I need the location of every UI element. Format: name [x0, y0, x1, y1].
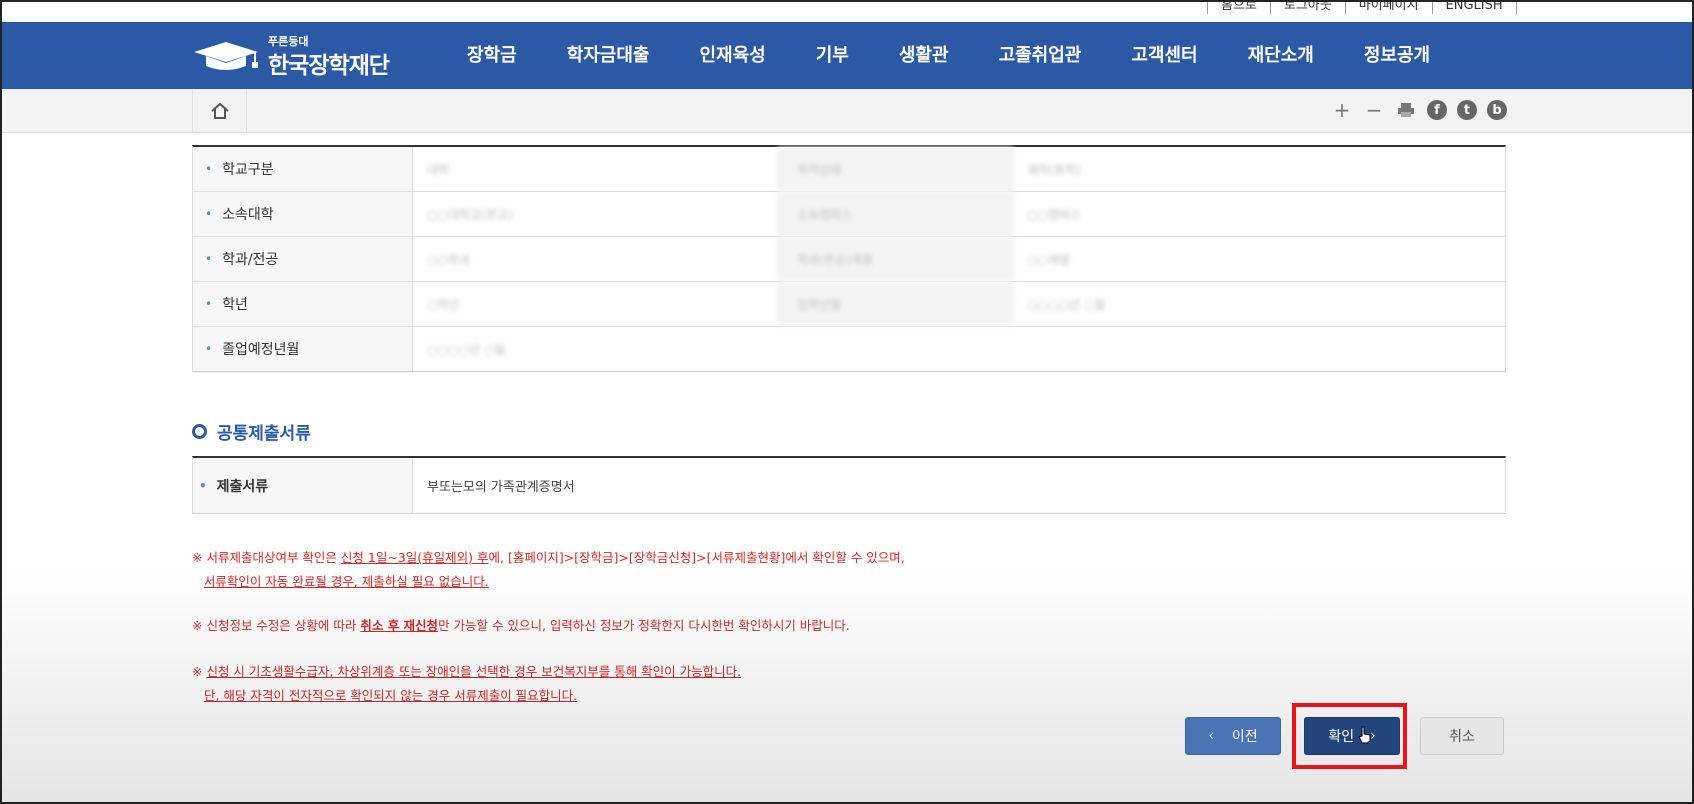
mypage-link[interactable]: 마이페이지: [1344, 2, 1432, 14]
facebook-icon[interactable]: f: [1427, 100, 1447, 120]
row-header: • 학교구분: [193, 147, 413, 191]
row-value: ○○대학교(본교): [427, 207, 513, 222]
row-header: • 졸업예정년월: [193, 327, 413, 371]
row-header: • 소속대학: [193, 192, 413, 236]
documents-table: • 제출서류 부또는모의 가족관계증명서: [192, 456, 1506, 514]
nav-highschool-job[interactable]: 고졸취업관: [999, 22, 1082, 89]
row-header-2: 학적상태: [778, 147, 1013, 191]
row-value: 대학: [427, 162, 450, 177]
nav-talent[interactable]: 인재육성: [700, 22, 766, 89]
row-value-2: ○○○○년 ○월: [1027, 297, 1106, 312]
cancel-button[interactable]: 취소: [1420, 717, 1504, 755]
notice-1: ※ 서류제출대상여부 확인은 신청 1일~3일(휴일제외) 후에, [홈페이지]…: [192, 550, 905, 589]
bullet-ring-icon: [192, 424, 207, 439]
nav-customer-center[interactable]: 고객센터: [1131, 22, 1197, 89]
utility-links: 홈으로 로그아웃 마이페이지 ENGLISH: [1207, 2, 1517, 14]
hand-cursor-icon: [1358, 726, 1371, 744]
confirm-highlight-box: [1292, 703, 1407, 769]
row-header-2: 학과(전공)계열: [778, 237, 1013, 281]
table-row: • 학년 ○학년 입학년월 ○○○○년 ○월: [193, 282, 1505, 327]
row-header: • 학년: [193, 282, 413, 326]
notice-2: ※ 신청정보 수정은 상황에 따라 취소 후 재신청만 가능할 수 있으니, 입…: [192, 618, 850, 633]
chevron-left-icon: ‹: [1208, 728, 1214, 744]
documents-label: • 제출서류: [193, 458, 413, 513]
graduation-cap-icon: [194, 42, 258, 70]
nav-donation[interactable]: 기부: [816, 22, 849, 89]
prev-button[interactable]: ‹ 이전: [1185, 717, 1281, 755]
logo[interactable]: 푸른등대 한국장학재단: [192, 30, 407, 82]
student-info-table: • 학교구분 대학 학적상태 재학(휴학) • 소속대학 ○○대학교(본교) 소속캠…: [192, 145, 1506, 372]
twitter-icon[interactable]: t: [1457, 100, 1477, 120]
row-header-2: 입학년월: [778, 282, 1013, 326]
site-header: 푸른등대 한국장학재단 장학금 학자금대출 인재육성 기부 생활관 고졸취업관 …: [2, 22, 1692, 89]
row-value: ○○○○년 ○월: [427, 342, 506, 357]
home-button[interactable]: [192, 89, 247, 132]
table-row: • 졸업예정년월 ○○○○년 ○월: [193, 327, 1505, 371]
section-title: 공통제출서류: [192, 419, 311, 444]
row-value: ○○학과: [427, 252, 471, 267]
nav-student-loan[interactable]: 학자금대출: [567, 22, 650, 89]
home-link[interactable]: 홈으로: [1207, 2, 1270, 14]
print-icon[interactable]: [1395, 99, 1417, 121]
location-bar: + − f t b: [2, 89, 1692, 133]
nav-public-info[interactable]: 정보공개: [1364, 22, 1430, 89]
logo-name: 한국장학재단: [268, 53, 390, 79]
main-nav: 장학금 학자금대출 인재육성 기부 생활관 고졸취업관 고객센터 재단소개 정보…: [467, 22, 1430, 89]
nav-dormitory[interactable]: 생활관: [899, 22, 949, 89]
blog-icon[interactable]: b: [1487, 100, 1507, 120]
row-header-2: 소속캠퍼스: [778, 192, 1013, 236]
home-icon: [210, 102, 229, 119]
zoom-in-icon[interactable]: +: [1331, 98, 1353, 122]
row-value: ○학년: [427, 297, 460, 312]
page-tools: + − f t b: [1331, 98, 1507, 122]
table-row: • 학과/전공 ○○학과 학과(전공)계열 ○○계열: [193, 237, 1505, 282]
table-row: • 소속대학 ○○대학교(본교) 소속캠퍼스 ○○캠퍼스: [193, 192, 1505, 237]
row-value-2: ○○계열: [1027, 252, 1071, 267]
row-header: • 학과/전공: [193, 237, 413, 281]
table-row: • 학교구분 대학 학적상태 재학(휴학): [193, 147, 1505, 192]
row-value-2: ○○캠퍼스: [1027, 207, 1082, 222]
nav-about[interactable]: 재단소개: [1248, 22, 1314, 89]
zoom-out-icon[interactable]: −: [1363, 98, 1385, 122]
logout-link[interactable]: 로그아웃: [1269, 2, 1345, 14]
row-value-2: 재학(휴학): [1027, 162, 1081, 177]
documents-value: 부또는모의 가족관계증명서: [427, 480, 575, 495]
notice-3: ※ 신청 시 기초생활수급자, 차상위계층 또는 장애인을 선택한 경우 보건복…: [192, 664, 742, 703]
nav-scholarship[interactable]: 장학금: [467, 22, 517, 89]
browser-frame: 홈으로 로그아웃 마이페이지 ENGLISH 푸른등대 한국장학재단 장학금 학…: [0, 0, 1694, 804]
english-link[interactable]: ENGLISH: [1431, 2, 1517, 14]
